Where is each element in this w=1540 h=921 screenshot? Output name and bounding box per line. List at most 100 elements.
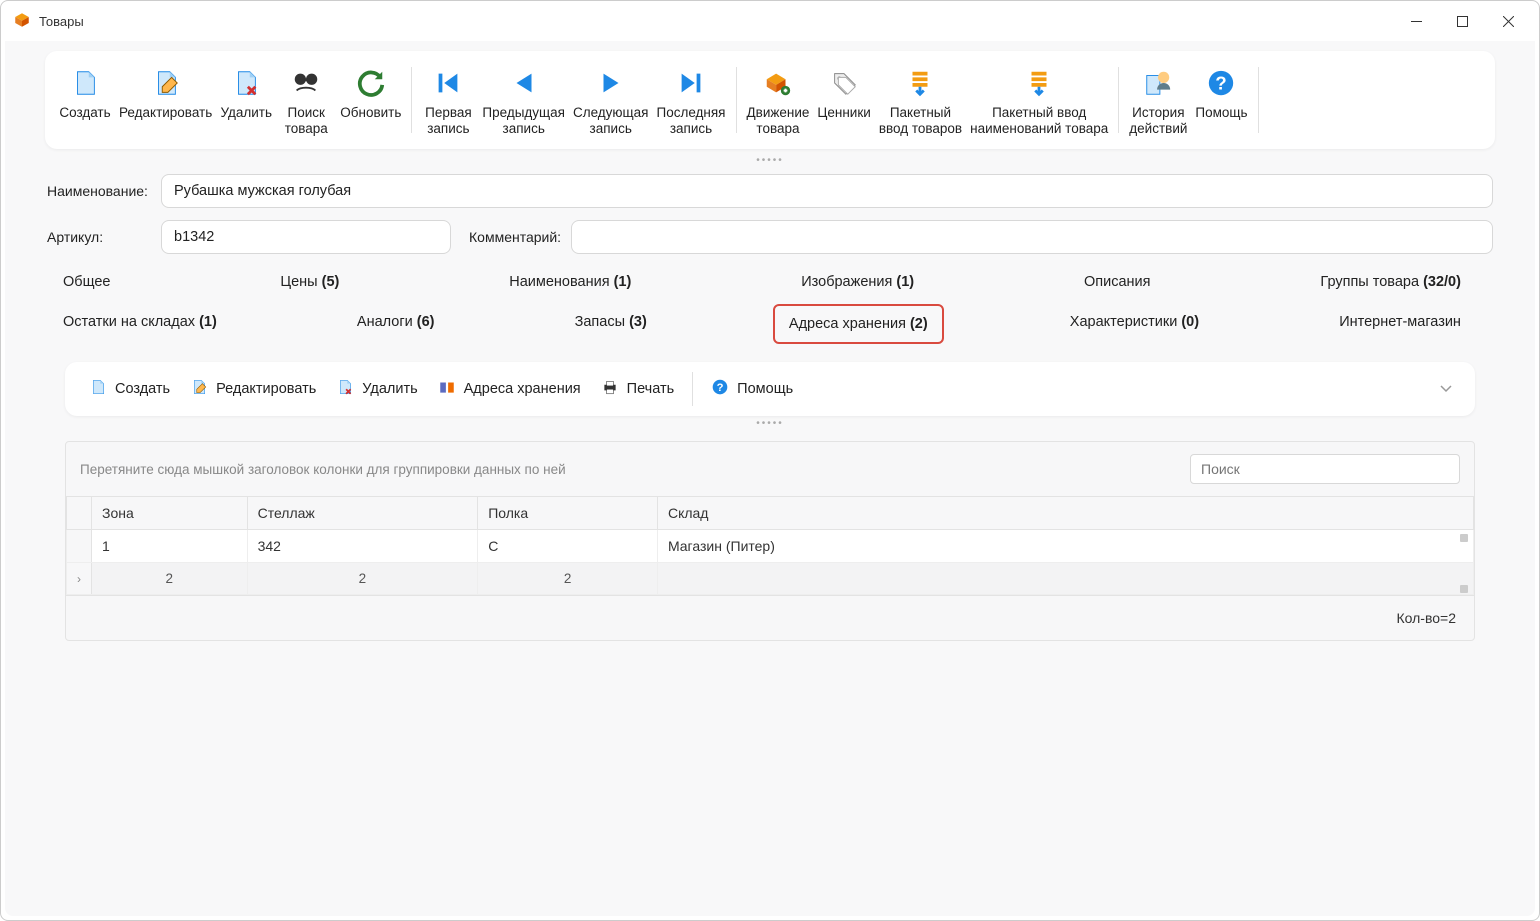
sub-help-button[interactable]: ? Помощь bbox=[701, 372, 803, 406]
grid-table: Зона Стеллаж Полка Склад 1 342 bbox=[66, 496, 1474, 595]
tab-descriptions[interactable]: Описания bbox=[1070, 264, 1165, 300]
sub-toolbar-label: Помощь bbox=[737, 381, 793, 397]
tab-eshop[interactable]: Интернет-магазин bbox=[1325, 304, 1475, 344]
summary-row: › 2 2 2 bbox=[67, 563, 1474, 595]
tab-storage[interactable]: Адреса хранения (2) bbox=[773, 304, 944, 344]
last-icon bbox=[676, 67, 706, 99]
input-comment[interactable] bbox=[571, 220, 1493, 254]
table-row[interactable]: 1 342 C Магазин (Питер) bbox=[67, 530, 1474, 563]
pricetags-icon bbox=[829, 67, 859, 99]
sub-toolbar-label: Создать bbox=[115, 381, 170, 397]
toolbar-label: Удалить bbox=[220, 105, 272, 121]
delete-button[interactable]: Удалить bbox=[216, 63, 276, 137]
search-icon bbox=[291, 67, 321, 99]
sub-storage-button[interactable]: Адреса хранения bbox=[428, 372, 591, 406]
edit-icon bbox=[190, 378, 208, 400]
toolbar-label: Обновить bbox=[340, 105, 401, 121]
help-icon: ? bbox=[1206, 67, 1236, 99]
create-button[interactable]: Создать bbox=[55, 63, 115, 137]
history-icon bbox=[1143, 67, 1173, 99]
col-zone[interactable]: Зона bbox=[92, 497, 248, 530]
toolbar-label: Движение товара bbox=[747, 105, 810, 137]
history-button[interactable]: История действий bbox=[1125, 63, 1191, 137]
toolbar-label: Поиск товара bbox=[285, 105, 328, 137]
tab-groups[interactable]: Группы товара (32/0) bbox=[1306, 264, 1475, 300]
sub-delete-button[interactable]: Удалить bbox=[326, 372, 427, 406]
edit-button[interactable]: Редактировать bbox=[115, 63, 216, 137]
grid-footer: Кол-во=2 bbox=[66, 595, 1474, 640]
batch-names-icon bbox=[1024, 67, 1054, 99]
prev-button[interactable]: Предыдущая запись bbox=[478, 63, 569, 137]
window-title: Товары bbox=[39, 14, 84, 29]
refresh-icon bbox=[356, 67, 386, 99]
toolbar-label: Ценники bbox=[817, 105, 870, 121]
svg-text:?: ? bbox=[1216, 73, 1227, 94]
main-toolbar: Создать Редактировать Удалить Поиск това… bbox=[45, 51, 1495, 149]
sub-create-button[interactable]: Создать bbox=[79, 372, 180, 406]
next-button[interactable]: Следующая запись bbox=[569, 63, 653, 137]
form-row-article: Артикул: Комментарий: bbox=[25, 214, 1515, 260]
prev-icon bbox=[509, 67, 539, 99]
col-rack[interactable]: Стеллаж bbox=[247, 497, 478, 530]
input-article[interactable] bbox=[161, 220, 451, 254]
cell-shelf: C bbox=[478, 530, 658, 563]
sub-print-button[interactable]: Печать bbox=[591, 372, 685, 406]
sub-toolbar: Создать Редактировать Удалить Адреса хра… bbox=[65, 362, 1475, 416]
batch-names-button[interactable]: Пакетный ввод наименований товара bbox=[966, 63, 1112, 137]
help-button[interactable]: ? Помощь bbox=[1191, 63, 1251, 137]
toolbar-label: Помощь bbox=[1195, 105, 1247, 121]
help-icon: ? bbox=[711, 378, 729, 400]
storage-icon bbox=[438, 378, 456, 400]
tab-images[interactable]: Изображения (1) bbox=[787, 264, 928, 300]
tab-general[interactable]: Общее bbox=[49, 264, 124, 300]
tab-reserves[interactable]: Запасы (3) bbox=[561, 304, 661, 344]
toolbar-label: Пакетный ввод наименований товара bbox=[970, 105, 1108, 137]
toolbar-separator bbox=[736, 67, 737, 133]
tab-attrs[interactable]: Характеристики (0) bbox=[1056, 304, 1213, 344]
col-shelf[interactable]: Полка bbox=[478, 497, 658, 530]
sub-toolbar-label: Редактировать bbox=[216, 381, 316, 397]
sub-toolbar-label: Адреса хранения bbox=[464, 381, 581, 397]
create-icon bbox=[89, 378, 107, 400]
maximize-button[interactable] bbox=[1439, 5, 1485, 37]
last-button[interactable]: Последняя запись bbox=[652, 63, 729, 137]
batch-goods-button[interactable]: Пакетный ввод товаров bbox=[875, 63, 966, 137]
input-name[interactable] bbox=[161, 174, 1493, 208]
movement-button[interactable]: Движение товара bbox=[743, 63, 814, 137]
first-button[interactable]: Первая запись bbox=[418, 63, 478, 137]
tab-names[interactable]: Наименования (1) bbox=[495, 264, 645, 300]
create-icon bbox=[70, 67, 100, 99]
toolbar-label: Следующая запись bbox=[573, 105, 649, 137]
delete-icon bbox=[231, 67, 261, 99]
cell-rack: 342 bbox=[247, 530, 478, 563]
tab-prices[interactable]: Цены (5) bbox=[266, 264, 353, 300]
refresh-button[interactable]: Обновить bbox=[336, 63, 405, 137]
toolbar-label: Редактировать bbox=[119, 105, 212, 121]
app-window: Товары Создать Редактировать Удалить Пои… bbox=[0, 0, 1540, 921]
grid-panel: Перетяните сюда мышкой заголовок колонки… bbox=[65, 441, 1475, 641]
grid-search-input[interactable] bbox=[1190, 454, 1460, 484]
app-icon bbox=[13, 11, 31, 32]
search-button[interactable]: Поиск товара bbox=[276, 63, 336, 137]
minimize-button[interactable] bbox=[1393, 5, 1439, 37]
sub-splitter[interactable]: ••••• bbox=[65, 416, 1475, 431]
batch-goods-icon bbox=[905, 67, 935, 99]
sub-edit-button[interactable]: Редактировать bbox=[180, 372, 326, 406]
sub-toolbar-expand-button[interactable] bbox=[1431, 373, 1461, 406]
form-row-name: Наименование: bbox=[25, 168, 1515, 214]
tab-strip: Общее Цены (5) Наименования (1) Изображения… bbox=[25, 260, 1515, 344]
next-icon bbox=[596, 67, 626, 99]
col-warehouse[interactable]: Склад bbox=[657, 497, 1473, 530]
tab-stock[interactable]: Остатки на складах (1) bbox=[49, 304, 231, 344]
splitter[interactable]: ••••• bbox=[25, 153, 1515, 168]
pricetags-button[interactable]: Ценники bbox=[813, 63, 874, 137]
edit-icon bbox=[151, 67, 181, 99]
scroll-up-icon[interactable] bbox=[1460, 534, 1468, 542]
cell-warehouse: Магазин (Питер) bbox=[657, 530, 1473, 563]
grid-group-hint-text[interactable]: Перетяните сюда мышкой заголовок колонки… bbox=[80, 462, 566, 477]
toolbar-label: Создать bbox=[59, 105, 110, 121]
tab-analogs[interactable]: Аналоги (6) bbox=[343, 304, 449, 344]
expand-row-icon[interactable]: › bbox=[67, 563, 92, 595]
close-button[interactable] bbox=[1485, 5, 1531, 37]
scroll-down-icon[interactable] bbox=[1460, 585, 1468, 593]
